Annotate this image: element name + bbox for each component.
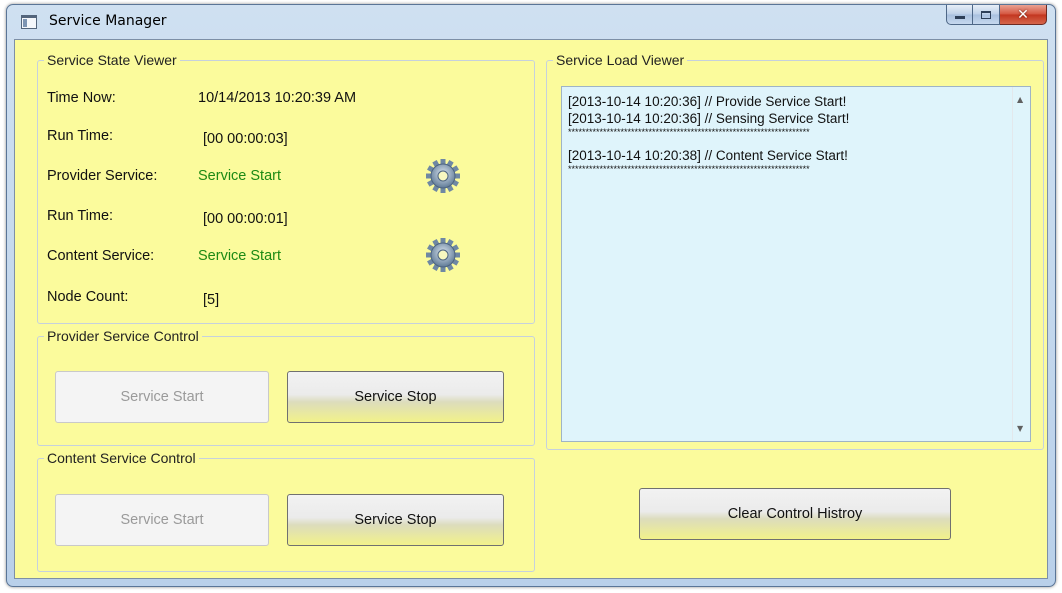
scroll-down-icon[interactable]: ▼ <box>1017 424 1023 433</box>
maximize-button[interactable] <box>973 5 1000 25</box>
node-count-value: [5] <box>203 292 220 308</box>
gear-icon <box>426 159 460 193</box>
clear-control-history-button[interactable]: Clear Control Histroy <box>639 488 951 540</box>
provider-run-time-label: Run Time: <box>47 128 114 144</box>
title-bar[interactable]: Service Manager ✕ <box>7 5 1055 39</box>
log-separator: ****************************************… <box>568 164 810 174</box>
app-window-icon[interactable] <box>21 15 37 29</box>
load-log-textbox[interactable]: [2013-10-14 10:20:36] // Provide Service… <box>561 86 1031 442</box>
provider-service-control-legend: Provider Service Control <box>47 328 199 344</box>
gear-icon <box>426 238 460 272</box>
minimize-button[interactable] <box>946 5 973 25</box>
time-now-value: 10/14/2013 10:20:39 AM <box>198 90 357 106</box>
content-service-status: Service Start <box>198 248 281 264</box>
provider-service-stop-button[interactable]: Service Stop <box>287 371 504 423</box>
service-load-viewer-legend: Service Load Viewer <box>556 52 685 68</box>
content-service-stop-button[interactable]: Service Stop <box>287 494 504 546</box>
content-service-start-button[interactable]: Service Start <box>55 494 269 546</box>
maximize-icon <box>981 10 991 19</box>
caption-buttons: ✕ <box>946 5 1047 25</box>
log-spacer <box>568 137 1008 147</box>
provider-service-start-button[interactable]: Service Start <box>55 371 269 423</box>
minimize-icon <box>954 16 965 19</box>
log-separator: ****************************************… <box>568 127 810 137</box>
scroll-up-icon[interactable]: ▲ <box>1017 95 1023 104</box>
service-state-viewer-legend: Service State Viewer <box>47 52 177 68</box>
provider-run-time-value: [00 00:00:03] <box>203 131 288 147</box>
content-run-time-value: [00 00:00:01] <box>203 211 288 227</box>
log-lines: [2013-10-14 10:20:36] // Provide Service… <box>568 93 1008 174</box>
client-area: Service State Viewer Time Now: 10/14/201… <box>14 39 1048 579</box>
content-service-label: Content Service: <box>47 248 155 264</box>
provider-service-status: Service Start <box>198 168 281 184</box>
log-scrollbar[interactable]: ▲ ▼ <box>1012 87 1030 441</box>
time-now-label: Time Now: <box>47 90 116 106</box>
content-service-control-legend: Content Service Control <box>47 450 196 466</box>
provider-service-label: Provider Service: <box>47 168 158 184</box>
log-line: [2013-10-14 10:20:36] // Sensing Service… <box>568 111 850 126</box>
content-run-time-label: Run Time: <box>47 208 114 224</box>
service-load-viewer-group: Service Load Viewer [2013-10-14 10:20:36… <box>546 52 1044 450</box>
log-line: [2013-10-14 10:20:38] // Content Service… <box>568 148 848 163</box>
close-button[interactable]: ✕ <box>1000 5 1047 25</box>
service-manager-window: Service Manager ✕ Service State Viewer T… <box>6 4 1056 587</box>
close-icon: ✕ <box>1017 6 1029 23</box>
node-count-label: Node Count: <box>47 289 129 305</box>
log-line: [2013-10-14 10:20:36] // Provide Service… <box>568 94 847 109</box>
window-title: Service Manager <box>49 13 167 29</box>
